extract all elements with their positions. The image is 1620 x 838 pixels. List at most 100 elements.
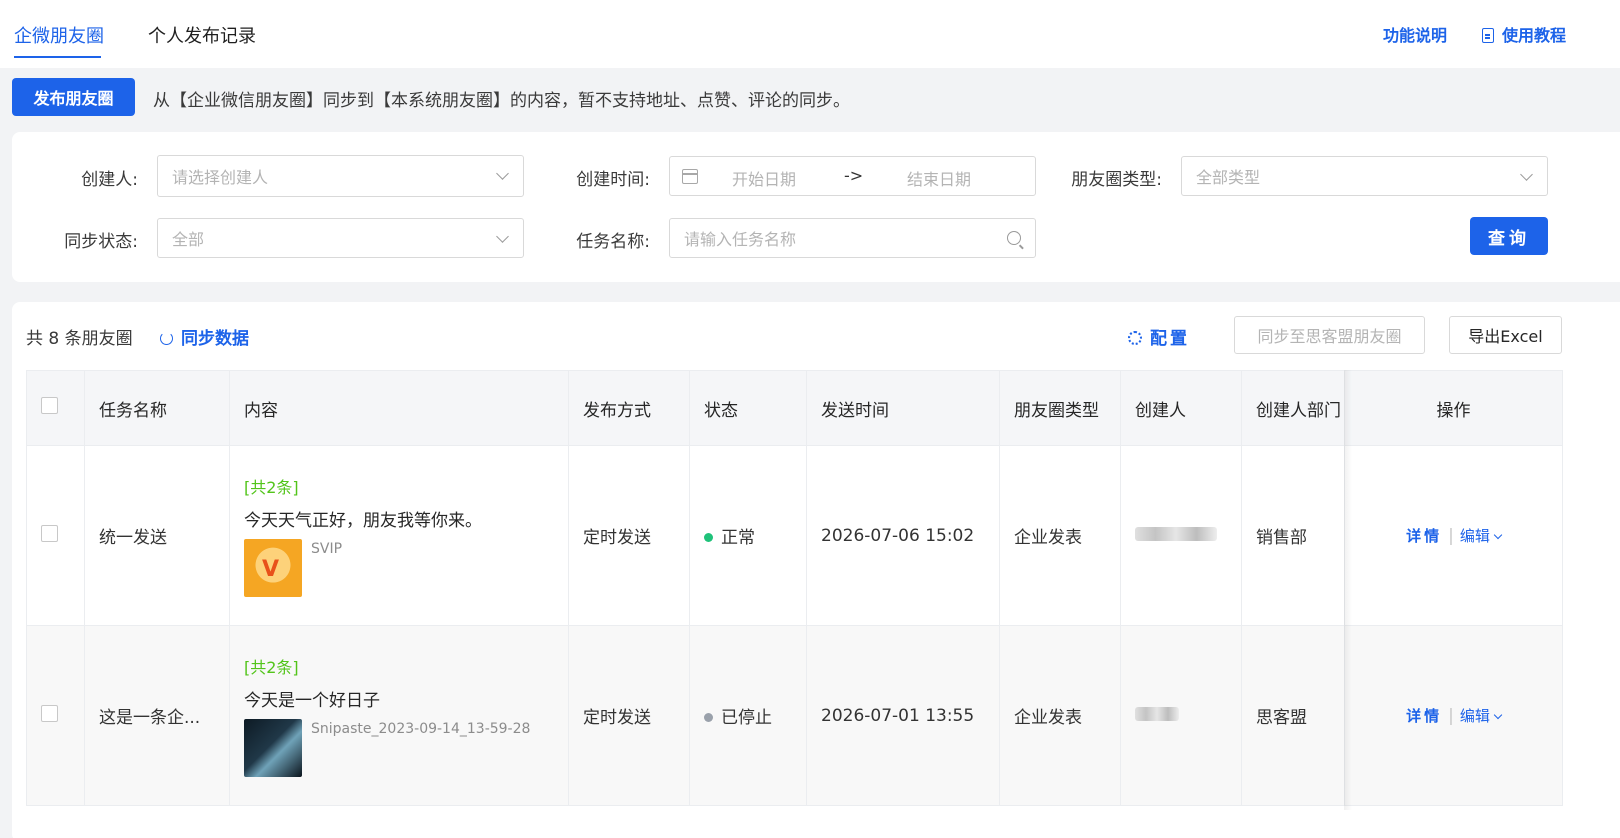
moment-type-label: 朋友圈类型: — [1071, 170, 1162, 190]
table-row: 这是一条企... [共2条] 今天是一个好日子 Snipaste_2023-09… — [26, 625, 1563, 806]
moment-type-select[interactable]: 全部类型 — [1181, 156, 1548, 196]
task-name-placeholder: 请输入任务名称 — [684, 230, 797, 249]
content-count: [共2条] — [244, 478, 299, 497]
table-header-row: 任务名称 内容 发布方式 状态 发送时间 朋友圈类型 创建人 创建人部门 操作 — [26, 370, 1563, 446]
column-header: 朋友圈类型 — [999, 370, 1121, 446]
row-checkbox[interactable] — [41, 524, 58, 542]
feature-description-link[interactable]: 功能说明 — [1383, 22, 1447, 46]
moment-type-placeholder: 全部类型 — [1196, 168, 1261, 187]
creator-placeholder: 请选择创建人 — [172, 168, 269, 187]
calendar-icon — [682, 169, 698, 184]
tab-personal-records[interactable]: 个人发布记录 — [148, 22, 256, 48]
detail-link[interactable]: 详情 — [1406, 527, 1442, 545]
creator-avatar-blurred — [1135, 526, 1217, 541]
operations-cell: 详情 | 编辑 — [1344, 625, 1563, 806]
chevron-down-icon — [1493, 710, 1503, 720]
end-date-input[interactable]: 结束日期 — [907, 166, 971, 190]
row-checkbox[interactable] — [41, 704, 58, 722]
sync-status-placeholder: 全部 — [172, 230, 205, 249]
row-select-cell — [26, 625, 85, 806]
edit-label: 编辑 — [1459, 527, 1490, 545]
creator-cell — [1120, 625, 1242, 806]
department-cell: 销售部 — [1241, 445, 1345, 626]
date-range-picker[interactable]: 开始日期 -> 结束日期 — [669, 156, 1036, 196]
sync-status-label: 同步状态: — [64, 232, 138, 252]
creator-select[interactable]: 请选择创建人 — [157, 155, 524, 197]
row-select-cell — [26, 445, 85, 626]
start-date-input[interactable]: 开始日期 — [732, 166, 796, 190]
chevron-down-icon — [496, 230, 509, 243]
sync-data-label: 同步数据 — [181, 329, 249, 349]
creator-cell — [1120, 445, 1242, 626]
column-header: 发布方式 — [568, 370, 690, 446]
column-header: 内容 — [229, 370, 569, 446]
tutorial-link[interactable]: 使用教程 — [1482, 22, 1566, 46]
refresh-icon — [160, 332, 173, 345]
total-count: 共 8 条朋友圈 — [26, 329, 133, 349]
task-name-cell: 统一发送 — [84, 445, 230, 626]
export-excel-button[interactable]: 导出Excel — [1449, 316, 1562, 354]
sync-notice: 从【企业微信朋友圈】同步到【本系统朋友圈】的内容，暂不支持地址、点赞、评论的同步… — [153, 91, 850, 111]
task-name-input[interactable]: 请输入任务名称 — [669, 218, 1036, 258]
content-count: [共2条] — [244, 658, 299, 677]
chevron-down-icon — [496, 167, 509, 180]
created-time-label: 创建时间: — [576, 170, 650, 190]
chevron-down-icon — [1493, 530, 1503, 540]
status-cell: 已停止 — [689, 625, 807, 806]
creator-label: 创建人: — [81, 170, 138, 190]
publish-moment-button[interactable]: 发布朋友圈 — [12, 78, 135, 116]
column-header: 操作 — [1344, 370, 1563, 446]
active-tab-indicator — [14, 56, 101, 58]
sync-data-button[interactable]: 同步数据 — [160, 324, 249, 349]
content-cell: [共2条] 今天是一个好日子 Snipaste_2023-09-14_13-59… — [229, 625, 569, 806]
table-row: 统一发送 [共2条] 今天天气正好，朋友我等你来。 SVIP 定时发送 正常 2… — [26, 445, 1563, 626]
operations-cell: 详情 | 编辑 — [1344, 445, 1563, 626]
moment-type-cell: 企业发表 — [999, 445, 1121, 626]
edit-label: 编辑 — [1459, 707, 1490, 725]
attachment-name: SVIP — [311, 541, 343, 557]
send-time-cell: 2026-07-01 13:55 — [806, 625, 1000, 806]
select-all-cell — [26, 370, 85, 446]
tab-enterprise-moments[interactable]: 企微朋友圈 — [14, 22, 104, 48]
column-header: 发送时间 — [806, 370, 1000, 446]
query-button[interactable]: 查询 — [1470, 217, 1548, 255]
attachment-name: Snipaste_2023-09-14_13-59-28 — [311, 721, 531, 737]
content-cell: [共2条] 今天天气正好，朋友我等你来。 SVIP — [229, 445, 569, 626]
task-name-label: 任务名称: — [576, 232, 650, 252]
publish-method-cell: 定时发送 — [568, 445, 690, 626]
tutorial-link-label: 使用教程 — [1502, 26, 1567, 45]
attachment-thumbnail[interactable] — [244, 539, 302, 597]
publish-method-cell: 定时发送 — [568, 625, 690, 806]
creator-avatar-blurred — [1135, 706, 1179, 721]
sync-status-select[interactable]: 全部 — [157, 218, 524, 258]
status-dot — [704, 533, 713, 542]
column-header: 创建人 — [1120, 370, 1242, 446]
date-range-arrow: -> — [844, 166, 864, 185]
chevron-down-icon — [1520, 168, 1533, 181]
status-text: 已停止 — [721, 708, 772, 728]
task-name-cell: 这是一条企... — [84, 625, 230, 806]
status-text: 正常 — [721, 528, 755, 548]
edit-dropdown[interactable]: 编辑 — [1459, 707, 1503, 725]
document-icon — [1482, 28, 1494, 43]
column-header: 创建人部门 — [1241, 370, 1345, 446]
content-text: 今天是一个好日子 — [244, 691, 380, 711]
column-header: 状态 — [689, 370, 807, 446]
divider: | — [1448, 706, 1454, 726]
department-cell: 思客盟 — [1241, 625, 1345, 806]
attachment: Snipaste_2023-09-14_13-59-28 — [244, 719, 568, 777]
select-all-checkbox[interactable] — [41, 397, 58, 414]
config-button[interactable]: 配置 — [1128, 324, 1190, 349]
search-icon — [1007, 231, 1021, 245]
edit-dropdown[interactable]: 编辑 — [1459, 527, 1503, 545]
send-time-cell: 2026-07-06 15:02 — [806, 445, 1000, 626]
attachment-thumbnail[interactable] — [244, 719, 302, 777]
sync-to-moments-button[interactable]: 同步至思客盟朋友圈 — [1234, 316, 1425, 354]
status-cell: 正常 — [689, 445, 807, 626]
moment-type-cell: 企业发表 — [999, 625, 1121, 806]
column-header: 任务名称 — [84, 370, 230, 446]
detail-link[interactable]: 详情 — [1406, 707, 1442, 725]
status-dot — [704, 713, 713, 722]
top-tab-bar: 企微朋友圈 个人发布记录 功能说明 使用教程 — [0, 0, 1620, 68]
content-text: 今天天气正好，朋友我等你来。 — [244, 511, 482, 531]
